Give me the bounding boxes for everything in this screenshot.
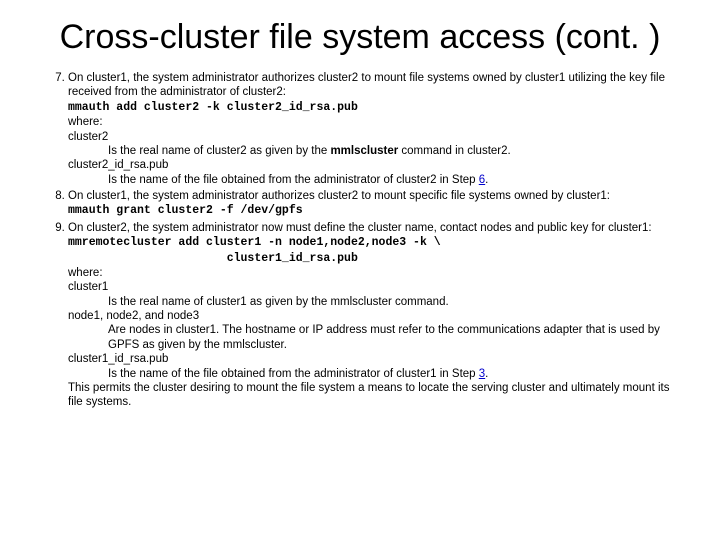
definition-text: Is the real name of cluster2 as given by… <box>68 144 680 158</box>
step-link[interactable]: 6 <box>479 174 485 186</box>
where-label: where: <box>68 115 680 129</box>
ordered-list: On cluster1, the system administrator au… <box>40 71 680 410</box>
definition-term: cluster2 <box>68 130 680 144</box>
definition-text: Is the name of the file obtained from th… <box>68 367 680 381</box>
where-label: where: <box>68 266 680 280</box>
definition-text: Is the real name of cluster1 as given by… <box>68 295 680 309</box>
list-item: On cluster1, the system administrator au… <box>68 189 680 219</box>
step-link[interactable]: 3 <box>479 368 485 380</box>
definition-term: cluster1_id_rsa.pub <box>68 352 680 366</box>
item-intro: On cluster1, the system administrator au… <box>68 71 680 100</box>
definition-term: node1, node2, and node3 <box>68 309 680 323</box>
slide-title: Cross-cluster file system access (cont. … <box>40 18 680 57</box>
item-intro: On cluster2, the system administrator no… <box>68 221 680 235</box>
command-line: mmauth grant cluster2 -f /dev/gpfs <box>68 203 680 218</box>
command-line-cont: cluster1_id_rsa.pub <box>68 251 680 266</box>
list-item: On cluster1, the system administrator au… <box>68 71 680 187</box>
trailing-text: This permits the cluster desiring to mou… <box>68 381 680 410</box>
item-intro: On cluster1, the system administrator au… <box>68 189 680 203</box>
list-item: On cluster2, the system administrator no… <box>68 221 680 410</box>
command-line: mmauth add cluster2 -k cluster2_id_rsa.p… <box>68 100 680 115</box>
definition-term: cluster1 <box>68 280 680 294</box>
definition-term: cluster2_id_rsa.pub <box>68 158 680 172</box>
definition-text: Is the name of the file obtained from th… <box>68 173 680 187</box>
command-line: mmremotecluster add cluster1 -n node1,no… <box>68 235 680 250</box>
definition-text: Are nodes in cluster1. The hostname or I… <box>68 323 680 352</box>
